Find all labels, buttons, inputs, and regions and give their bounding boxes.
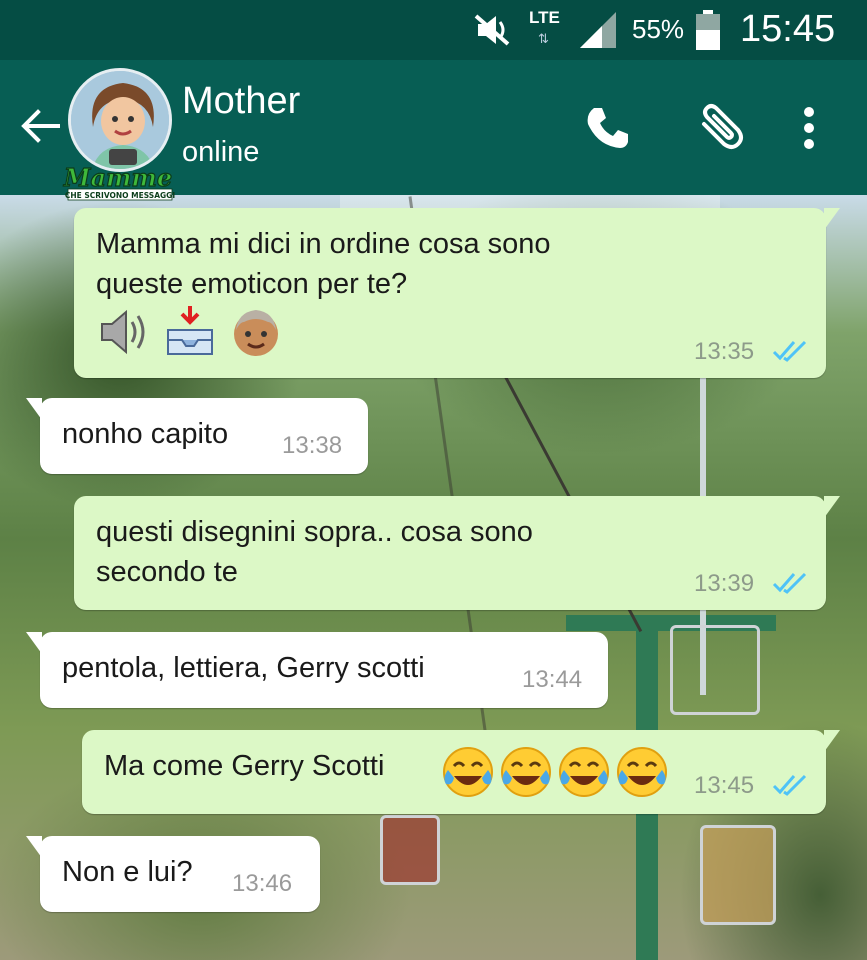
mom-cartoon-icon bbox=[71, 71, 169, 169]
message-time: 13:38 bbox=[282, 432, 343, 459]
clock: 15:45 bbox=[740, 8, 836, 50]
message-time: 13:46 bbox=[232, 870, 293, 897]
message-time: 13:39 bbox=[694, 570, 755, 597]
status-bar: LTE ⇅ 55% 15:45 bbox=[0, 0, 867, 60]
read-ticks-icon bbox=[772, 340, 807, 362]
message-incoming[interactable]: pentola, lettiera, Gerry scotti 13:44 bbox=[26, 632, 608, 708]
mute-icon bbox=[474, 14, 510, 46]
message-text: questi disegnini sopra.. cosa sono secon… bbox=[96, 516, 533, 588]
back-arrow-icon[interactable] bbox=[18, 104, 62, 148]
mamme-logo: Mamme CHE SCRIVONO MESSAGGI bbox=[62, 164, 175, 201]
tears-of-joy-emoji bbox=[443, 747, 493, 797]
older-man-emoji bbox=[234, 310, 278, 356]
tears-of-joy-emoji bbox=[617, 747, 667, 797]
battery-percent: 55% bbox=[632, 14, 685, 44]
speaker-emoji bbox=[101, 309, 145, 355]
message-outgoing[interactable]: questi disegnini sopra.. cosa sono secon… bbox=[74, 496, 840, 610]
message-time: 13:44 bbox=[522, 666, 583, 693]
tears-of-joy-emoji bbox=[559, 747, 609, 797]
message-text: Non e lui? bbox=[62, 856, 193, 888]
message-time: 13:45 bbox=[694, 772, 755, 799]
message-outgoing[interactable]: Mamma mi dici in ordine cosa sono queste… bbox=[74, 208, 840, 378]
message-incoming[interactable]: nonho capito 13:38 bbox=[26, 398, 368, 474]
battery-icon bbox=[696, 10, 720, 50]
data-arrows-icon: ⇅ bbox=[538, 32, 549, 47]
message-text: pentola, lettiera, Gerry scotti bbox=[62, 652, 425, 684]
message-outgoing[interactable]: Ma come Gerry Scotti 13:45 bbox=[82, 730, 840, 814]
chat-header: Mamme CHE SCRIVONO MESSAGGI Mother onlin… bbox=[0, 60, 867, 201]
message-text: Mamma mi dici in ordine cosa sono queste… bbox=[96, 228, 551, 300]
signal-icon bbox=[580, 12, 616, 48]
message-incoming[interactable]: Non e lui? 13:46 bbox=[26, 836, 320, 912]
read-ticks-icon bbox=[772, 774, 807, 796]
contact-name[interactable]: Mother bbox=[182, 80, 300, 123]
avatar[interactable] bbox=[68, 68, 172, 172]
svg-text:CHE SCRIVONO MESSAGGI: CHE SCRIVONO MESSAGGI bbox=[65, 191, 175, 200]
more-options-icon[interactable] bbox=[794, 104, 824, 152]
tears-of-joy-emoji bbox=[501, 747, 551, 797]
inbox-tray-emoji bbox=[167, 306, 213, 355]
attach-icon[interactable] bbox=[694, 102, 750, 154]
contact-status: online bbox=[182, 136, 260, 168]
svg-text:Mamme: Mamme bbox=[63, 164, 172, 192]
message-text: Ma come Gerry Scotti bbox=[104, 750, 385, 782]
message-time: 13:35 bbox=[694, 338, 755, 365]
network-type: LTE bbox=[529, 8, 560, 27]
read-ticks-icon bbox=[772, 572, 807, 594]
message-text: nonho capito bbox=[62, 418, 229, 450]
phone-icon[interactable] bbox=[584, 104, 632, 152]
